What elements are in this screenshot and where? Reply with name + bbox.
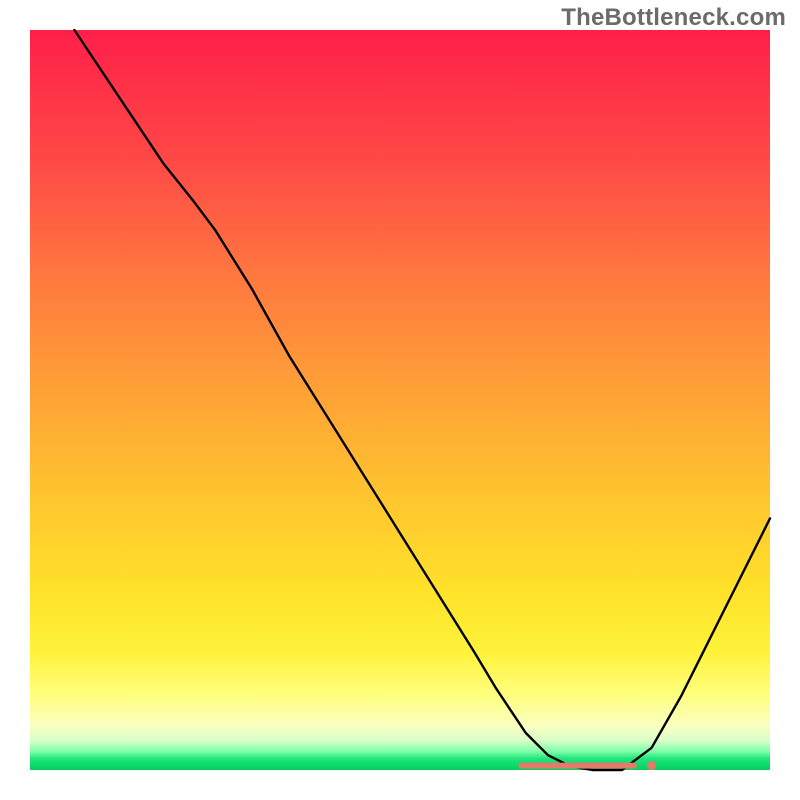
chart-overlay-svg <box>30 30 770 770</box>
chart-container: TheBottleneck.com <box>0 0 800 800</box>
watermark-text: TheBottleneck.com <box>561 4 786 32</box>
optimal-band-marker <box>518 763 636 769</box>
bottleneck-curve <box>74 30 770 770</box>
optimal-point-marker <box>647 761 656 770</box>
